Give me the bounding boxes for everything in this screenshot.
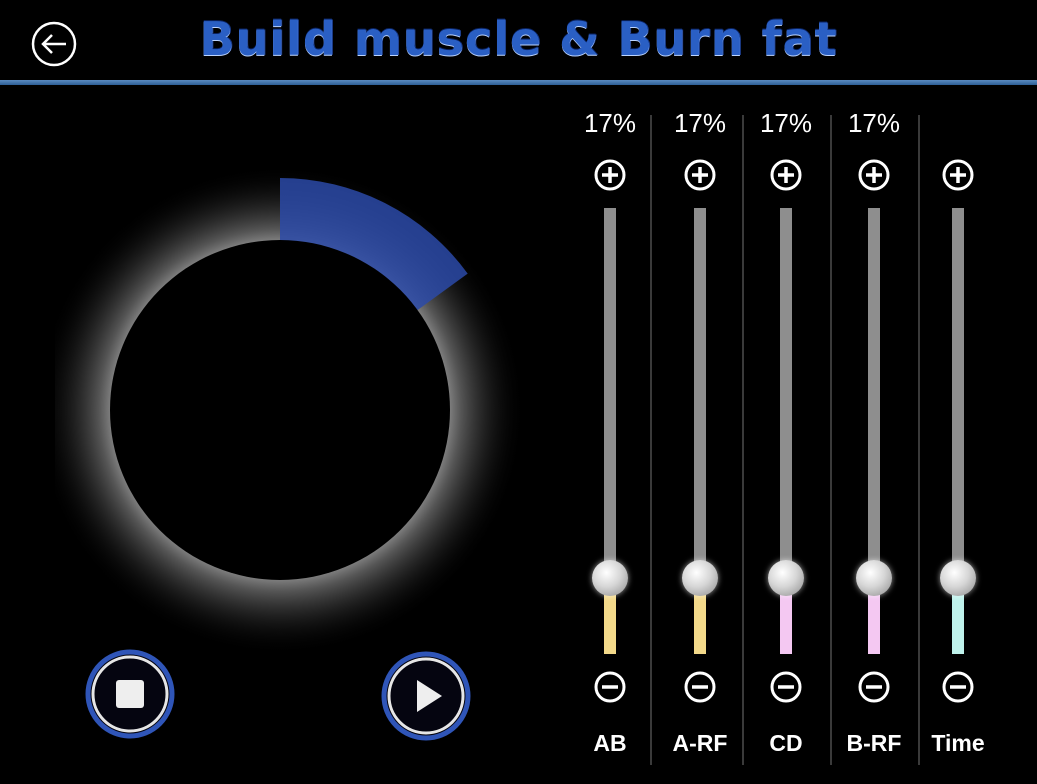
channel-percent: 17%	[759, 108, 813, 138]
channel-label: AB	[593, 730, 627, 756]
channel-percent: 17%	[673, 108, 727, 138]
minus-icon[interactable]	[769, 670, 803, 704]
channel-divider	[830, 115, 832, 765]
channel-percent: 17%	[583, 108, 637, 138]
plus-icon[interactable]	[769, 158, 803, 192]
dial-center	[110, 240, 450, 580]
minus-icon[interactable]	[857, 670, 891, 704]
minus-icon[interactable]	[941, 670, 975, 704]
channel-label: A-RF	[672, 730, 728, 756]
slider-knob[interactable]	[682, 560, 718, 596]
channel-cd: 17% CD	[746, 100, 826, 780]
channel-divider	[742, 115, 744, 765]
channel-a-rf: 17% A-RF	[660, 100, 740, 780]
channel-divider	[650, 115, 652, 765]
channel-percent: 17%	[847, 108, 901, 138]
plus-icon[interactable]	[941, 158, 975, 192]
plus-icon[interactable]	[683, 158, 717, 192]
page-title: Build muscle & Burn fat	[199, 12, 838, 66]
channel-b-rf: 17% B-RF	[834, 100, 914, 780]
minus-icon[interactable]	[683, 670, 717, 704]
plus-icon[interactable]	[593, 158, 627, 192]
stop-button[interactable]	[84, 648, 176, 740]
channel-label: CD	[769, 730, 803, 756]
progress-dial	[55, 165, 525, 655]
plus-icon[interactable]	[857, 158, 891, 192]
stop-icon	[116, 680, 144, 708]
play-button[interactable]	[380, 650, 472, 742]
header-divider	[0, 80, 1037, 85]
channel-label: Time	[931, 730, 985, 756]
slider-knob[interactable]	[940, 560, 976, 596]
channel-ab: 17% AB	[570, 100, 650, 780]
channel-time: Time	[918, 100, 998, 780]
minus-icon[interactable]	[593, 670, 627, 704]
slider-knob[interactable]	[856, 560, 892, 596]
slider-knob[interactable]	[768, 560, 804, 596]
header-bar: Build muscle & Burn fat	[0, 0, 1037, 80]
slider-knob[interactable]	[592, 560, 628, 596]
channel-label: B-RF	[846, 730, 902, 756]
